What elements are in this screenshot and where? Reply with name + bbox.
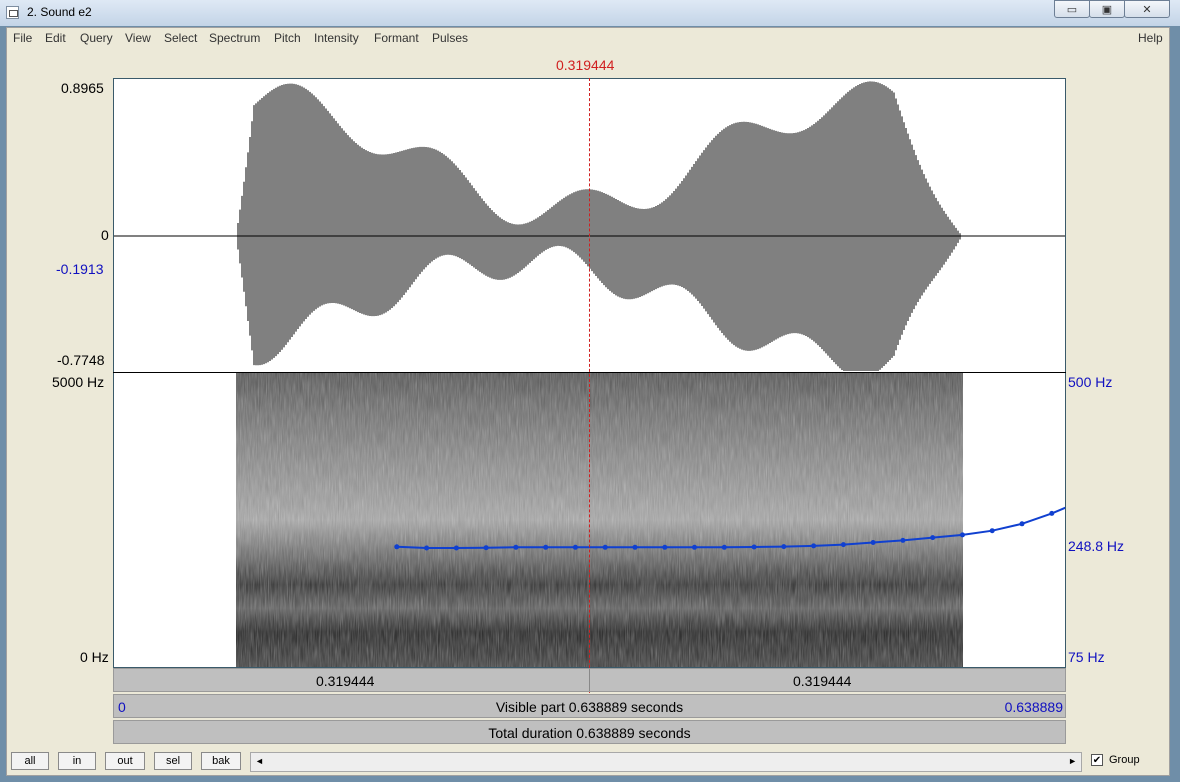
spectrogram-min-freq: 0 Hz <box>80 649 109 665</box>
cursor-line <box>589 78 590 718</box>
menu-intensity[interactable]: Intensity <box>314 31 359 45</box>
pitch-point-8 <box>632 544 638 550</box>
time-bar-right[interactable]: 0.319444 <box>793 673 851 689</box>
waveform-cursor-value: -0.1913 <box>56 261 104 277</box>
cursor-time-bar[interactable]: 0.319444 0.319444 <box>113 668 1066 692</box>
pitch-point-20 <box>989 528 995 534</box>
close-button[interactable]: ✕ <box>1124 0 1170 18</box>
visible-part-bar[interactable]: 0 Visible part 0.638889 seconds 0.638889 <box>113 694 1066 718</box>
pitch-point-22 <box>1049 510 1055 516</box>
pitch-point-3 <box>483 545 489 551</box>
group-label: Group <box>1109 754 1140 766</box>
waveform-zero-label: 0 <box>101 227 109 243</box>
spectrogram-max-freq: 5000 Hz <box>52 374 105 390</box>
pitch-point-10 <box>692 544 697 550</box>
pitch-point-12 <box>751 544 757 550</box>
spectrogram <box>236 373 1065 667</box>
sel-button[interactable]: sel <box>154 752 192 770</box>
scroll-left-icon[interactable]: ◄ <box>255 756 264 766</box>
pitch-point-1 <box>424 545 430 551</box>
pitch-min-label: 75 Hz <box>1068 649 1105 665</box>
menu-query[interactable]: Query <box>80 31 113 45</box>
menu-edit[interactable]: Edit <box>45 31 66 45</box>
scroll-right-icon[interactable]: ► <box>1068 756 1077 766</box>
pitch-point-5 <box>543 544 549 550</box>
time-scrollbar[interactable]: ◄ ► <box>250 752 1082 772</box>
group-checkbox[interactable]: ✔ <box>1091 754 1103 766</box>
menu-help[interactable]: Help <box>1138 31 1163 45</box>
cursor-time-label: 0.319444 <box>556 57 615 73</box>
all-button[interactable]: all <box>11 752 49 770</box>
pitch-point-4 <box>513 544 519 550</box>
menu-select[interactable]: Select <box>164 31 197 45</box>
menu-spectrum[interactable]: Spectrum <box>209 31 260 45</box>
pitch-max-label: 500 Hz <box>1068 374 1113 390</box>
pitch-point-17 <box>900 537 906 543</box>
pitch-point-14 <box>811 543 817 549</box>
waveform-min-label: -0.7748 <box>57 352 105 368</box>
menu-pitch[interactable]: Pitch <box>274 31 301 45</box>
pitch-point-18 <box>930 535 936 541</box>
out-button[interactable]: out <box>105 752 145 770</box>
total-duration-bar[interactable]: Total duration 0.638889 seconds <box>113 720 1066 744</box>
title-bar: 2. Sound e2 ▭ ▣ ✕ <box>0 0 1180 26</box>
pitch-point-9 <box>662 544 668 550</box>
pitch-point-2 <box>453 545 459 551</box>
pitch-point-21 <box>1019 521 1025 527</box>
total-duration-text: Total duration 0.638889 seconds <box>488 725 691 741</box>
pitch-point-19 <box>960 532 965 538</box>
window-title: 2. Sound e2 <box>27 5 92 19</box>
menu-pulses[interactable]: Pulses <box>432 31 468 45</box>
window-icon <box>6 6 19 19</box>
pitch-cursor-value: 248.8 Hz <box>1068 538 1125 554</box>
sound-editor-window: File Edit Query View Select Spectrum Pit… <box>6 27 1170 776</box>
in-button[interactable]: in <box>58 752 96 770</box>
menu-view[interactable]: View <box>125 31 151 45</box>
visible-end: 0.638889 <box>1004 699 1063 715</box>
pitch-point-6 <box>572 544 578 550</box>
waveform-trace <box>237 81 961 371</box>
bak-button[interactable]: bak <box>201 752 241 770</box>
minimize-button[interactable]: ▭ <box>1054 0 1090 18</box>
time-bar-left[interactable]: 0.319444 <box>316 673 374 689</box>
visible-part-text: Visible part 0.638889 seconds <box>495 699 684 715</box>
pitch-point-16 <box>870 540 876 545</box>
pitch-point-13 <box>781 544 787 550</box>
pitch-point-11 <box>721 544 727 550</box>
waveform-max-label: 0.8965 <box>61 80 104 96</box>
pitch-point-15 <box>840 542 846 548</box>
pitch-point-0 <box>394 544 400 550</box>
menu-file[interactable]: File <box>13 31 32 45</box>
maximize-button[interactable]: ▣ <box>1089 0 1125 18</box>
pitch-point-7 <box>602 544 608 550</box>
menu-formant[interactable]: Formant <box>374 31 419 45</box>
menu-bar: File Edit Query View Select Spectrum Pit… <box>7 28 1169 48</box>
